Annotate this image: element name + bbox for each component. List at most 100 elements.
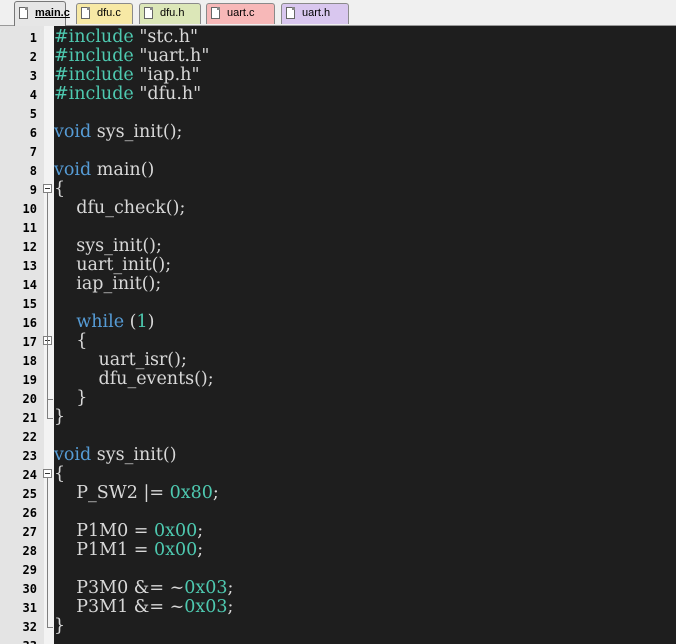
code-token: void [54,445,92,465]
line-number: 5 [29,107,37,121]
code-token: ) [147,312,155,332]
code-line: uart_isr(); [54,351,187,370]
code-line: P1M1 = 0x00; [54,541,203,560]
gutter-row: 13 [0,256,54,275]
line-number: 17 [22,335,37,349]
code-token: { [54,179,66,199]
tab-label: dfu.c [97,7,121,19]
line-number: 29 [22,563,37,577]
gutter-row: 15 [0,294,54,313]
line-number: 27 [22,525,37,539]
code-line: iap_init(); [54,275,161,294]
tab-uart-h[interactable]: uart.h [281,3,349,24]
gutter-row: 6 [0,123,54,142]
code-token: ; [197,540,204,560]
code-token: ; [227,578,234,598]
gutter-row: 8 [0,161,54,180]
code-token: main() [91,160,155,180]
code-line: #include "stc.h" [54,28,198,47]
line-number: 26 [22,506,37,520]
code-line: #include "dfu.h" [54,85,201,104]
code-token: uart_init(); [54,255,172,275]
code-token: P1M1 = [54,540,155,560]
code-line: sys_init(); [54,237,162,256]
code-token: iap_init(); [54,274,162,294]
tab-label: main.c [35,7,70,19]
code-editor[interactable]: #include "stc.h" #include "uart.h" #includ… [54,26,676,644]
code-token: ( [124,312,137,332]
gutter-row: 7 [0,142,54,161]
gutter-row: 10 [0,199,54,218]
tab-label: uart.h [302,7,331,19]
line-number: 11 [22,221,37,235]
code-token: } [54,407,66,427]
code-token: sys_init(); [91,122,183,142]
line-number: 33 [23,639,37,644]
tab-main-c[interactable]: main.c [14,1,70,26]
gutter-row: 23 [0,446,54,465]
gutter-row: 32 [0,617,54,636]
line-number: 14 [22,278,37,292]
code-token: while [76,312,125,332]
line-number: 15 [22,297,37,311]
fold-toggle-icon[interactable] [43,469,52,478]
gutter-row: 11 [0,218,54,237]
line-number: 10 [22,202,37,216]
line-number: 16 [22,316,37,330]
code-token: 0x03 [184,578,228,598]
code-token: "stc.h" [139,27,199,47]
gutter-row: 28 [0,541,54,560]
gutter-row: 29 [0,560,54,579]
code-line: #include "iap.h" [54,66,200,85]
code-line: P1M0 = 0x00; [54,522,203,541]
gutter-row: 1 [0,28,54,47]
code-token: P3M0 &= ~ [54,578,185,598]
fold-end-marker [47,399,53,400]
code-token: P_SW2 |= [54,483,170,503]
file-icon [286,7,295,19]
line-number: 4 [29,88,37,102]
line-number: 1 [29,31,37,45]
tab-dfu-c[interactable]: dfu.c [76,3,133,24]
code-token: P3M1 &= ~ [54,597,185,617]
line-number: 12 [22,240,37,254]
tab-uart-c[interactable]: uart.c [206,3,275,24]
code-token: 0x00 [154,521,198,541]
line-number: 25 [22,487,37,501]
fold-end-marker [47,627,53,628]
fold-end-marker [47,418,53,419]
line-number: 21 [22,411,37,425]
gutter-row: 14 [0,275,54,294]
gutter-row: 26 [0,503,54,522]
code-token: dfu_events(); [54,369,214,389]
line-number: 22 [22,430,37,444]
line-number: 2 [29,50,37,64]
code-token: { [54,331,88,351]
code-line: uart_init(); [54,256,171,275]
code-line: void sys_init() [54,446,177,465]
tab-label: uart.c [227,7,255,19]
gutter-row: 20 [0,389,54,408]
code-token: sys_init() [91,445,177,465]
code-line: P3M0 &= ~0x03; [54,579,233,598]
file-icon [144,7,153,19]
gutter-row: 30 [0,579,54,598]
gutter-row: 17 [0,332,54,351]
code-token: { [54,464,66,484]
code-line: } [54,408,65,427]
gutter-row: 31 [0,598,54,617]
gutter-row: 33 [0,636,54,644]
code-line: dfu_events(); [54,370,214,389]
gutter-row: 12 [0,237,54,256]
code-line: void sys_init(); [54,123,182,142]
line-number: 7 [29,145,37,159]
tab-dfu-h[interactable]: dfu.h [139,3,201,24]
fold-toggle-icon[interactable] [43,184,52,193]
tab-bar: main.c dfu.c dfu.h uart.c uart.h [0,0,676,26]
fold-guide [47,478,48,627]
code-line: { [54,180,65,199]
gutter-row: 24 [0,465,54,484]
code-line: P_SW2 |= 0x80; [54,484,219,503]
fold-guide [47,345,48,399]
code-token: "iap.h" [139,65,200,85]
